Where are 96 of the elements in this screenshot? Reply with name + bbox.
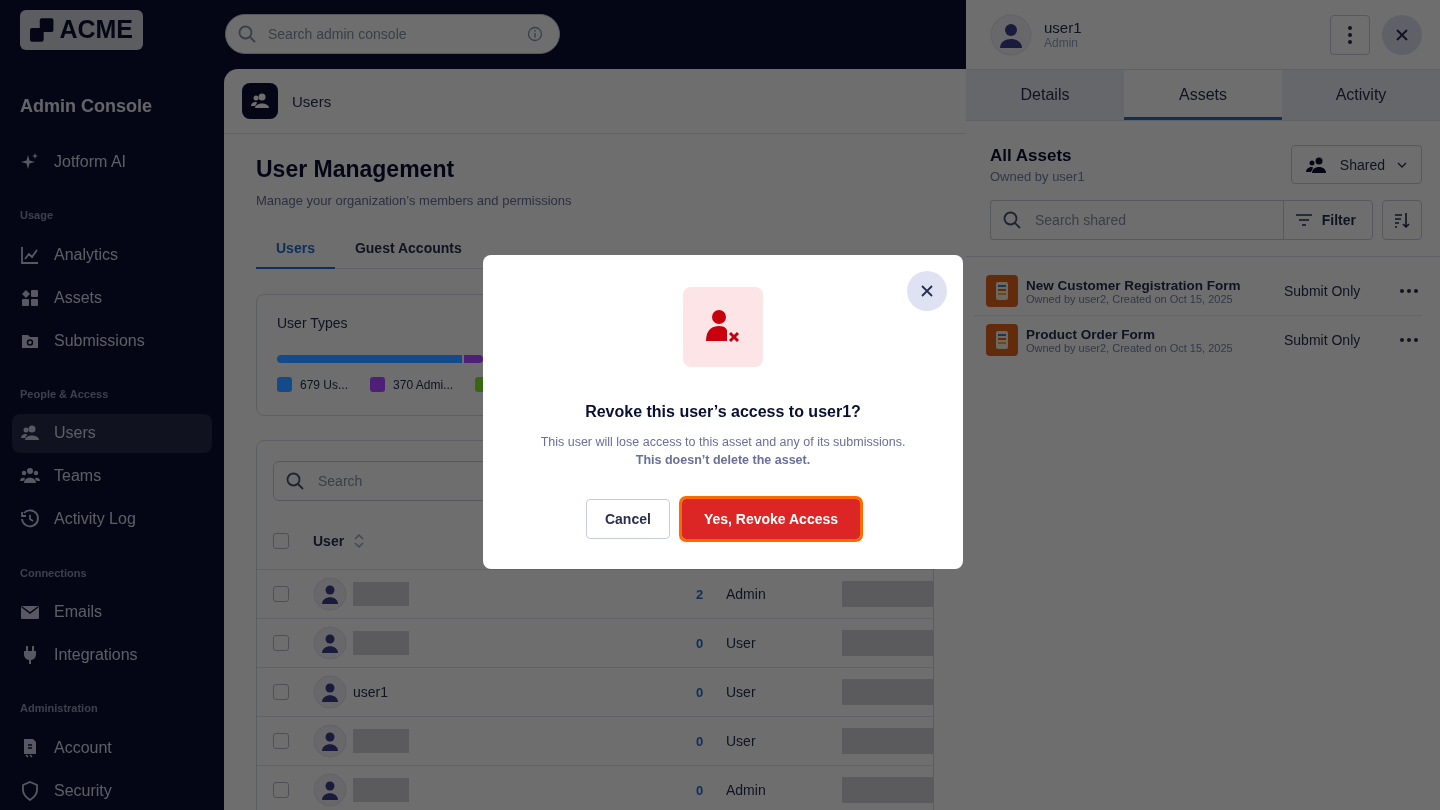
form-icon [986,275,1018,307]
shield-icon [20,780,40,801]
user-name: user1 [1044,19,1082,36]
section-heading: Usage [20,209,55,224]
permission-label: Submit Only [1284,332,1362,348]
avatar-icon [313,577,347,611]
section-heading: Connections [20,566,88,581]
table-row[interactable]: user1 0 User [257,668,933,717]
checkbox[interactable] [273,635,289,651]
nav-item[interactable]: Account [12,728,212,767]
section-title: All Assets [990,145,1073,166]
role-cell-text: User [726,684,757,700]
legend-label: 370 Admi... [393,377,454,392]
column-header[interactable]: User [313,533,345,549]
avatar-icon [313,773,347,807]
page-title: User Management [256,156,456,183]
more-button[interactable] [1330,14,1370,55]
search-icon [238,25,256,43]
asset-title[interactable]: New Customer Registration Form [1026,277,1241,293]
count-cell[interactable]: 0 [696,684,706,700]
chart-icon [20,244,40,265]
permission-label: Submit Only [1284,283,1362,299]
shared-dropdown[interactable]: Shared [1290,145,1422,184]
confirm-button[interactable]: Yes, Revoke Access [681,499,861,539]
nav-item[interactable]: Activity Log [12,499,212,539]
filter-button[interactable]: Filter [1282,200,1373,240]
nav-item[interactable]: Assets [12,278,212,318]
users-icon [242,83,278,119]
more-icon [1400,338,1418,342]
more-icon [1348,25,1352,44]
search-icon [286,472,304,490]
checkbox[interactable] [273,684,289,700]
checkbox[interactable] [273,782,289,798]
count-cell[interactable]: 0 [696,733,706,749]
role-cell-text: Admin [726,782,767,798]
legend-label: 679 Us... [300,377,349,392]
section-subtitle: Owned by user1 [990,168,1085,184]
sort-icon [1394,212,1410,228]
close-button[interactable] [907,271,947,311]
sort-button[interactable] [1382,200,1422,240]
count-cell[interactable]: 0 [696,782,706,798]
role-cell-text: Admin [726,586,767,602]
table-row[interactable]: 2 Admin [257,570,933,619]
avatar-icon [313,626,347,660]
avatar-icon [313,675,347,709]
chevron-down-icon [1397,161,1407,168]
search-icon [1003,211,1021,229]
nav-item[interactable]: Analytics [12,235,212,275]
tab[interactable]: Users [256,230,335,269]
count-cell[interactable]: 0 [696,635,706,651]
checkbox[interactable] [273,733,289,749]
nav-item[interactable]: Emails [12,592,212,632]
avatar-icon [990,13,1032,56]
table-row[interactable]: 0 User [257,717,933,766]
logo-icon [30,18,56,42]
role-cell-text: User [726,733,757,749]
sidebar-title: Admin Console [20,96,153,118]
tab[interactable]: Assets [1124,70,1282,120]
count-cell[interactable]: 2 [696,586,706,602]
nav-item[interactable]: Users [12,413,212,453]
checkbox[interactable] [273,533,289,549]
nav-item[interactable]: Teams [12,456,212,496]
section-heading: Administration [20,702,99,716]
more-icon [1400,289,1418,293]
role-cell-text: User [726,635,757,651]
tab[interactable]: Activity [1282,70,1440,120]
checkbox[interactable] [273,586,289,602]
grid-icon [20,287,40,308]
form-icon [986,324,1018,356]
close-icon [1395,27,1409,42]
table-row[interactable]: 0 Admin [257,766,933,810]
nav-item[interactable]: Jotform AI [12,142,212,182]
users-icon [1305,156,1328,173]
user-name: user1 [353,684,389,700]
card-title: User Types [277,315,349,331]
remove-user-icon [683,287,763,367]
table-row[interactable]: 0 User [257,619,933,668]
sort-icon[interactable] [354,533,365,549]
info-icon[interactable] [527,26,543,42]
avatar-icon [313,724,347,758]
asset-title[interactable]: Product Order Form [1026,326,1233,342]
dialog-title: Revoke this user’s access to user1? [585,403,861,421]
page-header-title: Users [292,92,332,110]
close-button[interactable] [1382,14,1422,55]
nav-item[interactable]: Integrations [12,635,212,675]
tab[interactable]: Guest Accounts [334,230,482,269]
filter-icon [1295,214,1312,226]
nav-item[interactable]: Submissions [12,321,212,361]
acme-logo[interactable]: ACME [20,10,143,50]
page-subtitle: Manage your organization’s members and permissions [256,193,573,208]
nav-item[interactable]: Security [12,771,212,810]
tab[interactable]: Details [966,70,1124,120]
clock-icon [20,509,40,530]
close-icon [921,285,933,297]
section-heading: People & Access [20,388,110,402]
cancel-button[interactable]: Cancel [585,499,670,539]
